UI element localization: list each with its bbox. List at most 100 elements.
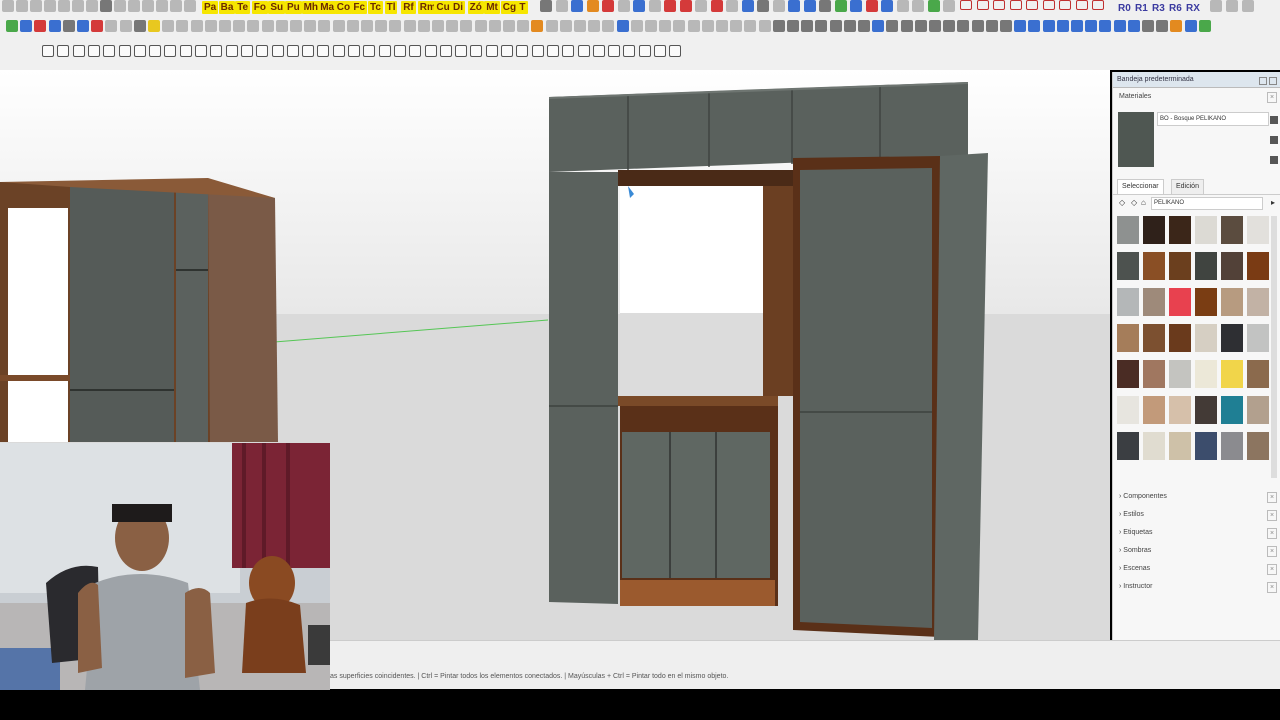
- toolbar-icon[interactable]: [772, 0, 785, 12]
- close-icon[interactable]: ×: [1267, 492, 1277, 503]
- toolbar-icon[interactable]: [156, 0, 168, 12]
- material-swatch[interactable]: [1169, 396, 1191, 424]
- layer-button[interactable]: Zó: [467, 1, 484, 14]
- toolbar-icon[interactable]: [850, 0, 862, 12]
- swatch-scrollbar[interactable]: [1271, 216, 1277, 478]
- toolbar-icon[interactable]: [318, 20, 331, 32]
- toolbar-icon[interactable]: [545, 20, 558, 32]
- toolbar-icon[interactable]: [834, 0, 847, 12]
- toolbar-icon[interactable]: [72, 0, 84, 12]
- toolbar-icon[interactable]: [819, 0, 831, 12]
- rotate-button[interactable]: R0: [1118, 1, 1131, 15]
- toolbar-icon[interactable]: [872, 20, 885, 32]
- toolbar-icon[interactable]: [633, 0, 645, 12]
- material-swatch[interactable]: [1117, 216, 1139, 244]
- material-swatch[interactable]: [1247, 324, 1269, 352]
- rotate-button[interactable]: R1: [1135, 1, 1148, 15]
- layer-button[interactable]: Fo: [251, 1, 269, 14]
- material-swatch[interactable]: [1143, 432, 1165, 460]
- tool-icon[interactable]: [179, 45, 192, 57]
- toolbar-icon[interactable]: [858, 20, 870, 32]
- view-icon[interactable]: [1026, 0, 1038, 10]
- toolbar-icon[interactable]: [900, 20, 913, 32]
- layer-button[interactable]: Tc: [368, 1, 383, 14]
- toolbar-icon[interactable]: [162, 20, 175, 32]
- tool-icon[interactable]: [57, 45, 70, 57]
- material-swatch[interactable]: [1143, 360, 1165, 388]
- tool-icon[interactable]: [378, 45, 391, 57]
- toolbar-icon[interactable]: [602, 20, 615, 32]
- toolbar-icon[interactable]: [648, 0, 661, 12]
- close-icon[interactable]: ×: [1267, 564, 1277, 575]
- toolbar-icon[interactable]: [133, 20, 146, 32]
- material-swatch[interactable]: [1247, 216, 1269, 244]
- close-icon[interactable]: ×: [1267, 510, 1277, 521]
- toolbar-icon[interactable]: [617, 0, 630, 12]
- rotate-button[interactable]: RX: [1186, 1, 1200, 15]
- tool-icon[interactable]: [42, 45, 54, 57]
- material-swatch[interactable]: [1221, 216, 1243, 244]
- tool-icon[interactable]: [363, 45, 376, 57]
- toolbar-icon[interactable]: [142, 0, 154, 12]
- toolbar-icon[interactable]: [204, 20, 217, 32]
- material-swatch[interactable]: [1221, 288, 1243, 316]
- tool-icon[interactable]: [87, 45, 100, 57]
- material-swatch[interactable]: [1247, 396, 1269, 424]
- tool-icon[interactable]: [577, 45, 590, 57]
- toolbar-icon[interactable]: [91, 20, 104, 32]
- toolbar-icon[interactable]: [1156, 20, 1169, 32]
- tool-icon[interactable]: [103, 45, 116, 57]
- layer-button[interactable]: Fc: [351, 1, 368, 14]
- tool-icon[interactable]: [516, 45, 529, 57]
- tool-icon[interactable]: [332, 45, 345, 57]
- tool-icon[interactable]: [455, 45, 468, 57]
- toolbar-icon[interactable]: [985, 20, 998, 32]
- layer-button[interactable]: Mt: [484, 1, 500, 14]
- toolbar-icon[interactable]: [233, 20, 246, 32]
- toolbar-icon[interactable]: [927, 0, 940, 12]
- tool-icon[interactable]: [317, 45, 330, 57]
- toolbar-icon[interactable]: [555, 0, 568, 12]
- material-swatch[interactable]: [1221, 360, 1243, 388]
- material-swatch[interactable]: [1143, 288, 1165, 316]
- toolbar-icon[interactable]: [148, 20, 160, 32]
- material-swatch[interactable]: [1221, 324, 1243, 352]
- material-swatch[interactable]: [1117, 252, 1139, 280]
- toolbar-icon[interactable]: [1085, 20, 1098, 32]
- toolbar-icon[interactable]: [100, 0, 112, 12]
- tool-icon[interactable]: [210, 45, 223, 57]
- material-swatch[interactable]: [1221, 396, 1243, 424]
- layer-button[interactable]: T: [517, 1, 528, 14]
- tool-icon[interactable]: [470, 45, 483, 57]
- material-swatch[interactable]: [1195, 252, 1217, 280]
- toolbar-icon[interactable]: [664, 0, 676, 12]
- toolbar-icon[interactable]: [929, 20, 941, 32]
- material-swatch[interactable]: [1221, 432, 1243, 460]
- toolbar-icon[interactable]: [803, 0, 816, 12]
- tool-icon[interactable]: [608, 45, 621, 57]
- tool-icon[interactable]: [271, 45, 284, 57]
- toolbar-icon[interactable]: [1142, 20, 1154, 32]
- toolbar-icon[interactable]: [772, 20, 785, 32]
- layer-button[interactable]: Su: [268, 1, 286, 14]
- toolbar-icon[interactable]: [673, 20, 686, 32]
- view-icon[interactable]: [976, 0, 989, 10]
- tool-icon[interactable]: [638, 45, 651, 57]
- toolbar-icon[interactable]: [119, 20, 132, 32]
- tool-icon[interactable]: [424, 45, 437, 57]
- left-cabinet[interactable]: [0, 178, 278, 442]
- toolbar-icon[interactable]: [304, 20, 317, 32]
- material-name-field[interactable]: BO - Bosque PELIKANO: [1157, 112, 1269, 126]
- tool-icon[interactable]: [133, 45, 146, 57]
- tool-icon[interactable]: [592, 45, 605, 57]
- toolbar-icon[interactable]: [896, 0, 909, 12]
- toolbar-icon[interactable]: [726, 0, 738, 12]
- toolbar-icon[interactable]: [446, 20, 459, 32]
- view-icon[interactable]: [960, 0, 972, 10]
- toolbar-icon[interactable]: [1042, 20, 1055, 32]
- material-swatch[interactable]: [1117, 324, 1139, 352]
- material-swatch[interactable]: [1169, 432, 1191, 460]
- material-swatch[interactable]: [1169, 288, 1191, 316]
- toolbar-icon[interactable]: [190, 20, 203, 32]
- toolbar-icon[interactable]: [44, 0, 56, 12]
